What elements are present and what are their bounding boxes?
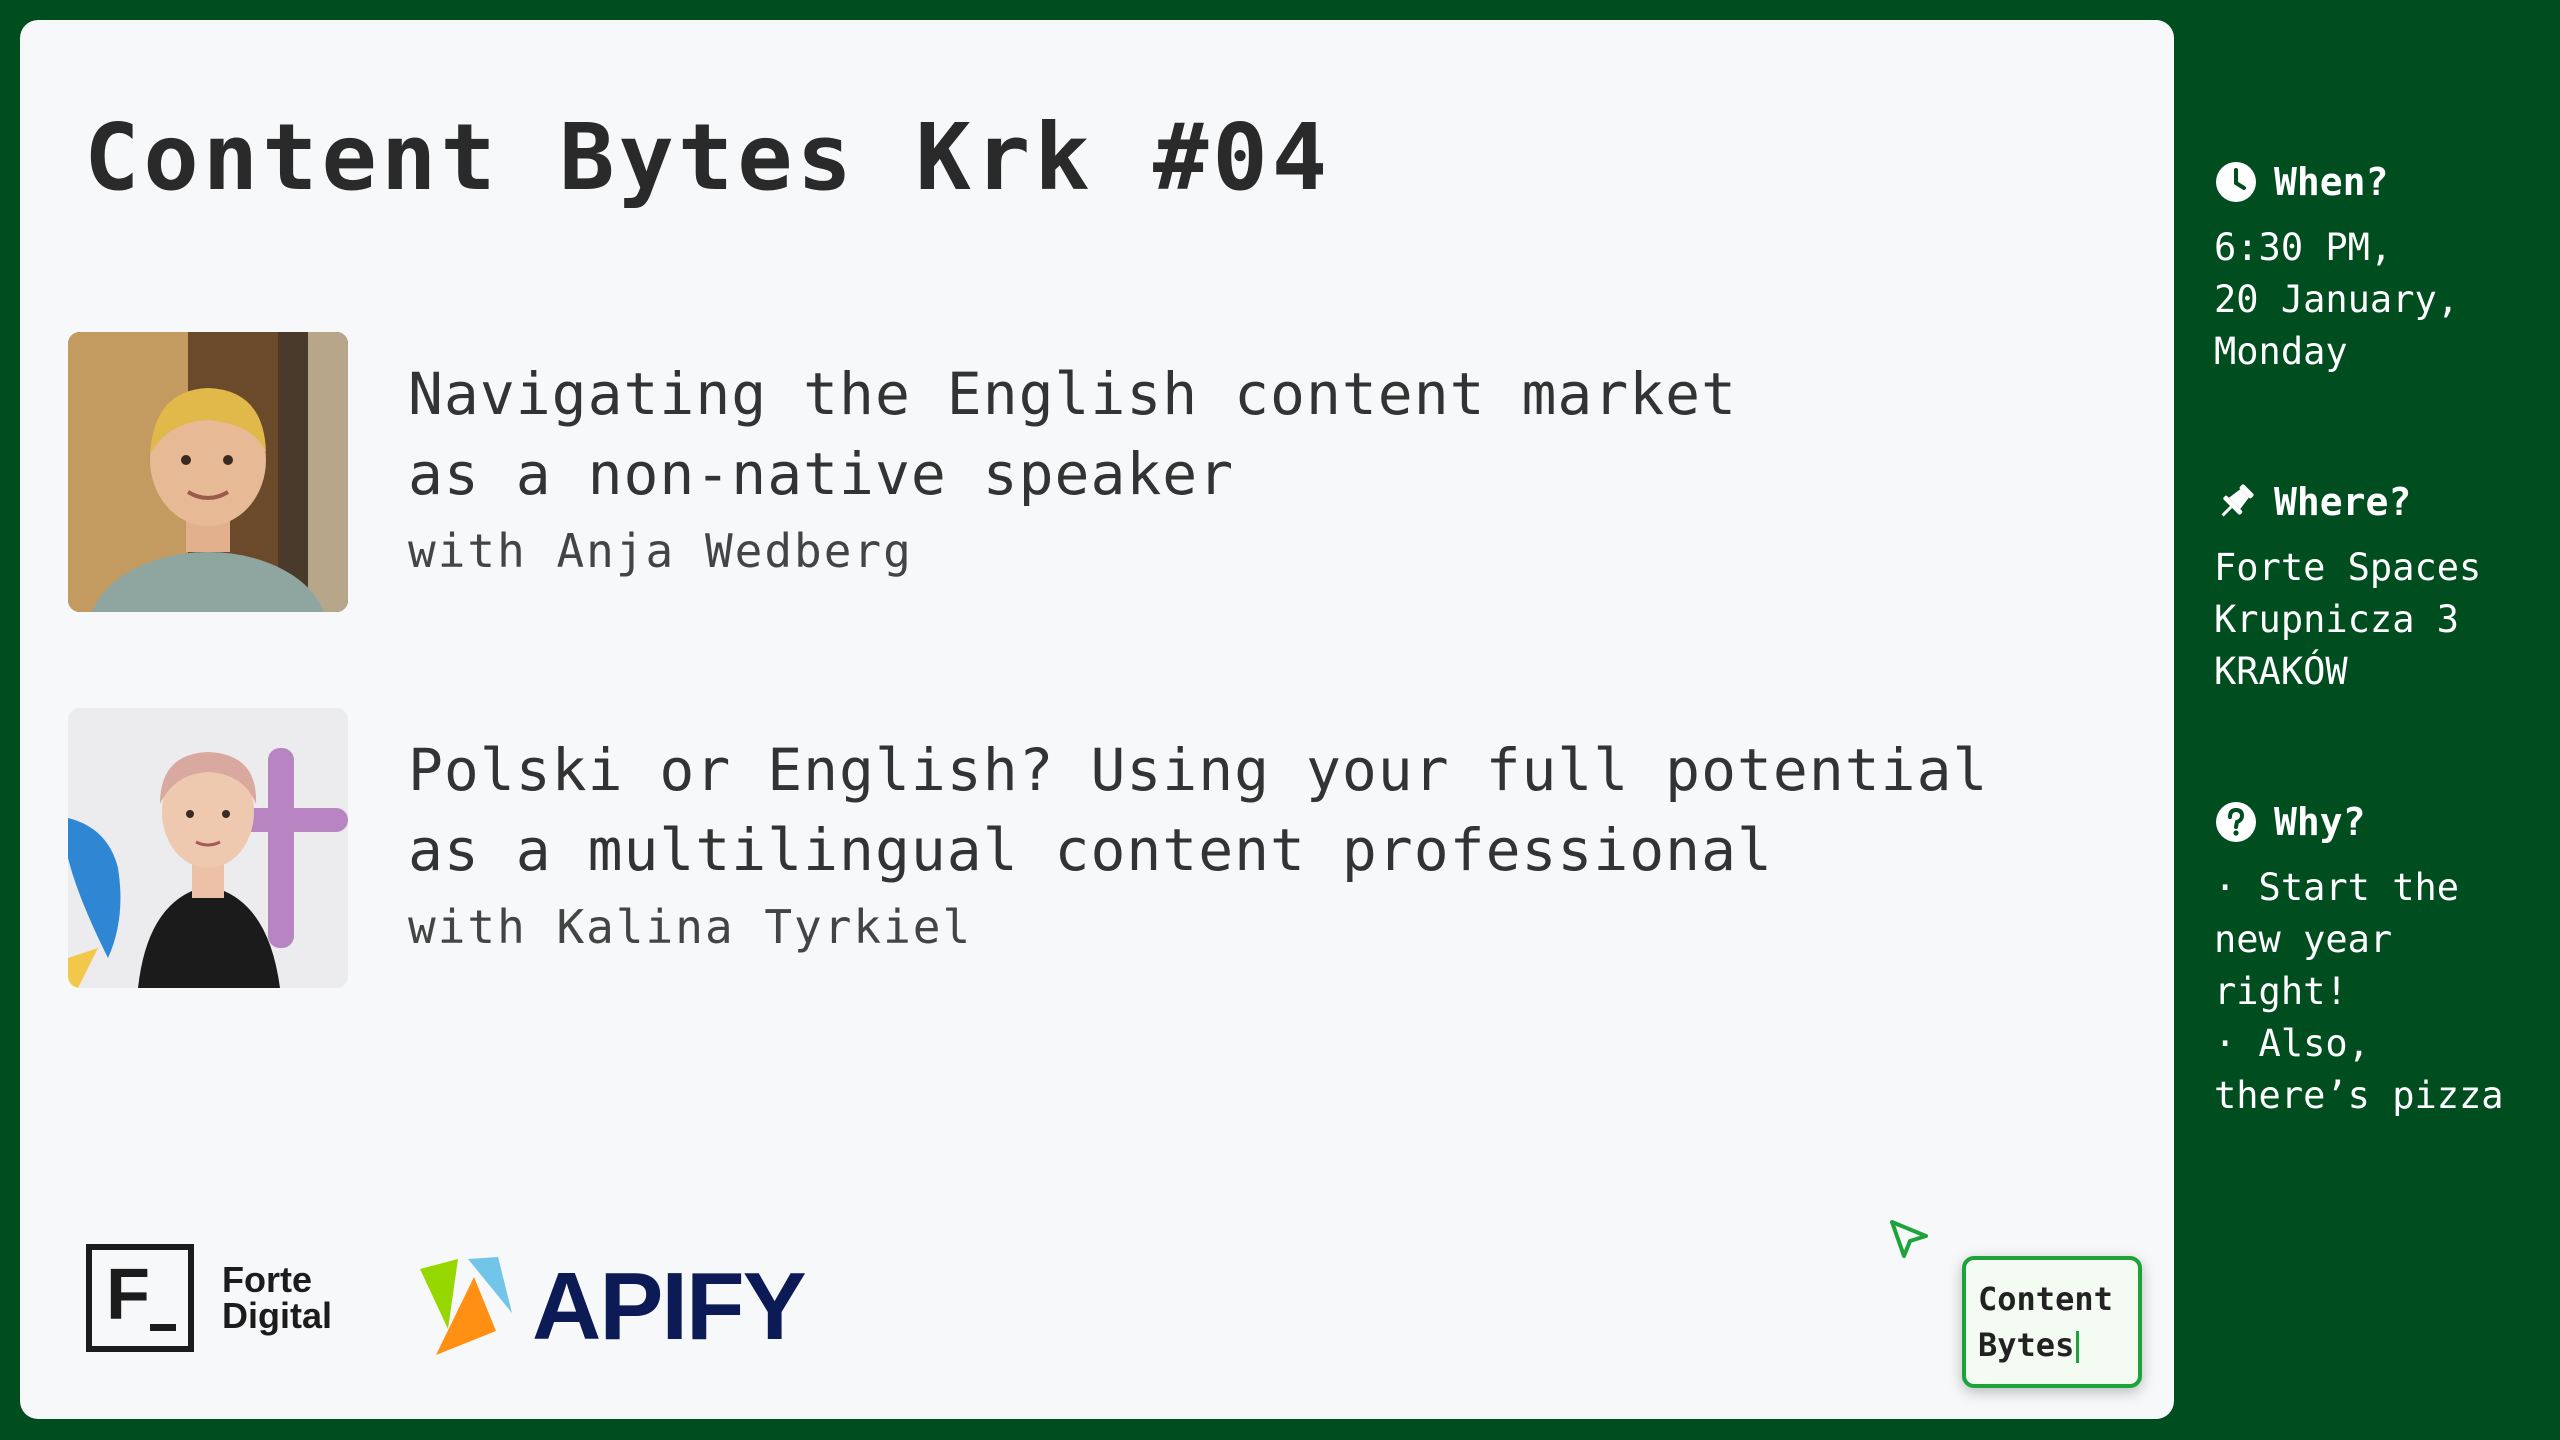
talk-title: Navigating the English content market: [408, 360, 1738, 428]
speaker-photo: [68, 708, 348, 988]
text-caret: [2076, 1331, 2080, 1363]
sidebar-line: Forte Spaces: [2214, 546, 2482, 589]
clock-icon: [2216, 162, 2256, 202]
speaker-photo: [68, 332, 348, 612]
forte-mark: F: [86, 1244, 194, 1352]
sidebar-when: When? 6:30 PM, 20 January, Monday: [2214, 152, 2554, 378]
sidebar-line: 20 January,: [2214, 278, 2460, 321]
sidebar-why-head: Why?: [2214, 792, 2554, 852]
sidebar-when-head: When?: [2214, 152, 2554, 212]
sidebar-line: · Start the: [2214, 866, 2460, 909]
sidebar-line: Monday: [2214, 330, 2348, 373]
sidebar-why: Why? · Start the new year right! · Also,…: [2214, 792, 2554, 1122]
forte-mark-bar: [150, 1324, 176, 1331]
forte-digital-logo: F Forte Digital: [86, 1244, 332, 1352]
talk-speaker: with Kalina Tyrkiel: [408, 900, 973, 954]
content-bytes-logo: Content Bytes: [1962, 1256, 2142, 1388]
question-icon: [2216, 802, 2256, 842]
sidebar-line: Krupnicza 3: [2214, 598, 2460, 641]
sidebar-where-lines: Forte Spaces Krupnicza 3 KRAKÓW: [2214, 542, 2554, 698]
forte-text: Forte Digital: [222, 1262, 332, 1334]
sidebar-line: KRAKÓW: [2214, 650, 2348, 693]
talk-speaker: with Anja Wedberg: [408, 524, 913, 578]
sidebar-where: Where? Forte Spaces Krupnicza 3 KRAKÓW: [2214, 472, 2554, 698]
sidebar-why-label: Why?: [2274, 800, 2366, 844]
talk-title: as a non-native speaker: [408, 440, 1235, 508]
talk-text: Polski or English? Using your full poten…: [408, 730, 2168, 954]
page-title: Content Bytes Krk #04: [84, 104, 1332, 211]
apify-mark-icon: [420, 1257, 512, 1355]
sidebar-where-label: Where?: [2274, 480, 2412, 524]
sidebar-when-lines: 6:30 PM, 20 January, Monday: [2214, 222, 2554, 378]
sidebar-line: 6:30 PM,: [2214, 226, 2393, 269]
content-bytes-line2: Bytes: [1978, 1326, 2075, 1364]
cursor-arrow-icon: [1890, 1220, 1928, 1258]
talk-title: Polski or English? Using your full poten…: [408, 736, 1989, 804]
forte-line1: Forte: [222, 1259, 312, 1300]
sidebar-when-label: When?: [2274, 160, 2389, 204]
sidebar-why-lines: · Start the new year right! · Also, ther…: [2214, 862, 2554, 1122]
talk-title: as a multilingual content professional: [408, 816, 1773, 884]
apify-logo: APIFY: [414, 1252, 807, 1362]
sidebar-line: right!: [2214, 970, 2348, 1013]
main-card: Content Bytes Krk #04 Navigating the Eng…: [20, 20, 2174, 1419]
talk-text: Navigating the English content market as…: [408, 354, 2168, 578]
apify-wordmark: APIFY: [532, 1253, 807, 1360]
forte-mark-letter: F: [106, 1255, 150, 1335]
sidebar-line: there’s pizza: [2214, 1074, 2504, 1117]
forte-line2: Digital: [222, 1295, 333, 1336]
content-bytes-line1: Content: [1978, 1280, 2113, 1318]
sidebar-line: · Also,: [2214, 1022, 2370, 1065]
sidebar-where-head: Where?: [2214, 472, 2554, 532]
pin-icon: [2221, 484, 2254, 517]
sidebar-line: new year: [2214, 918, 2393, 961]
content-bytes-line2-wrap: Bytes: [1978, 1322, 2138, 1368]
